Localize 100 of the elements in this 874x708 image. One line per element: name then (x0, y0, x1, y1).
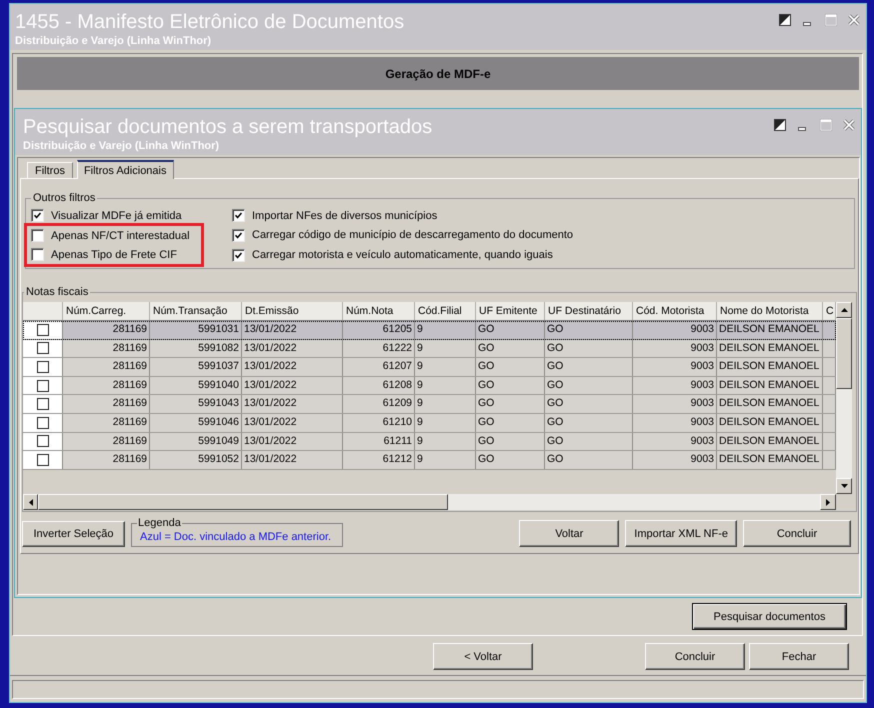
table-cell: 13/01/2022 (242, 376, 343, 394)
table-cell (823, 376, 836, 394)
table-cell: 9003 (633, 395, 717, 413)
table-row[interactable]: 281169 5991037 13/01/2022 61207 9 GO GO 9003 DEILSON EMANOEL (23, 358, 836, 377)
table-cell: 9 (415, 340, 476, 358)
dialog-button[interactable]: Voltar (519, 520, 620, 547)
table-cell: DEILSON EMANOEL (717, 321, 823, 339)
column-header[interactable]: Núm.Nota (343, 302, 415, 320)
row-checkbox[interactable] (36, 324, 48, 336)
column-header[interactable]: UF Destinatário (545, 302, 633, 320)
table-row[interactable]: 281169 5991031 13/01/2022 61205 9 GO GO 9003 DEILSON EMANOEL (23, 321, 836, 340)
table-cell (823, 432, 836, 450)
invert-selection-button[interactable]: Inverter Seleção (22, 521, 125, 547)
table-cell: 5991031 (150, 321, 242, 339)
table-cell: 9 (415, 321, 476, 339)
scroll-thumb[interactable] (836, 318, 852, 389)
table-cell: GO (476, 451, 545, 469)
checkbox[interactable] (232, 209, 245, 222)
checkbox[interactable] (232, 228, 245, 242)
table-cell: DEILSON EMANOEL (717, 340, 823, 358)
row-checkbox[interactable] (36, 380, 48, 392)
table-row[interactable]: 281169 5991052 13/01/2022 61212 9 GO GO 9003 DEILSON EMANOEL (23, 451, 836, 470)
table-cell: 5991082 (150, 340, 242, 358)
checkbox[interactable] (31, 229, 44, 242)
row-checkbox[interactable] (36, 435, 48, 448)
table-cell: GO (545, 395, 633, 413)
section-header: Geração de MDF-e (17, 57, 859, 90)
table-cell: GO (545, 358, 633, 376)
table-cell: GO (545, 432, 633, 450)
vertical-scrollbar[interactable] (836, 302, 852, 494)
column-header[interactable]: Nome do Motorista (717, 302, 823, 320)
footer-button[interactable]: Fechar (749, 643, 849, 670)
table-cell: GO (476, 340, 545, 358)
row-checkbox[interactable] (36, 416, 48, 429)
table-cell: 61222 (343, 340, 415, 358)
checkbox-label: Apenas NF/CT interestadual (51, 230, 190, 242)
table-row[interactable]: 281169 5991082 13/01/2022 61222 9 GO GO 9003 DEILSON EMANOEL (23, 340, 836, 358)
checkbox[interactable] (31, 248, 44, 261)
table-cell: GO (545, 376, 633, 394)
scroll-thumb[interactable] (38, 494, 448, 510)
table-cell: 9003 (633, 376, 717, 394)
checkbox[interactable] (31, 209, 44, 222)
table-cell: GO (476, 376, 545, 394)
row-checkbox[interactable] (36, 342, 48, 354)
column-header[interactable]: Dt.Emissão (242, 302, 343, 320)
table-row[interactable]: 281169 5991040 13/01/2022 61208 9 GO GO 9003 DEILSON EMANOEL (23, 376, 836, 396)
scroll-down-button[interactable] (836, 478, 852, 494)
table-cell: 61211 (343, 432, 415, 450)
close-icon[interactable] (848, 14, 860, 26)
table-cell: GO (545, 321, 633, 339)
dialog-button[interactable]: Concluir (743, 520, 851, 547)
horizontal-scrollbar[interactable] (23, 494, 836, 510)
column-header[interactable]: Cód.Filial (415, 302, 476, 320)
table-cell: 281169 (63, 414, 150, 432)
table-cell: 5991046 (150, 414, 242, 432)
scroll-right-button[interactable] (820, 494, 836, 510)
table-cell: 281169 (63, 358, 150, 376)
table-cell: 61205 (343, 321, 415, 339)
table-cell: 5991052 (150, 451, 242, 469)
split-square-icon[interactable] (774, 119, 786, 131)
table-cell (823, 414, 836, 432)
table-cell: 5991049 (150, 432, 242, 450)
table-cell: 9003 (633, 340, 717, 358)
table-cell: 9 (415, 414, 476, 432)
row-checkbox[interactable] (36, 454, 48, 466)
back-button[interactable]: < Voltar (433, 643, 533, 670)
table-cell: DEILSON EMANOEL (717, 451, 823, 469)
window-subtitle: Distribuição e Varejo (Linha WinThor) (23, 140, 220, 153)
column-header[interactable]: UF Emitente (476, 302, 545, 320)
table-cell: 13/01/2022 (242, 340, 343, 358)
tab[interactable]: Filtros Adicionais (76, 160, 174, 179)
group-legend: Notas fiscais (24, 286, 90, 299)
table-cell: 281169 (63, 340, 150, 358)
search-documents-button[interactable]: Pesquisar documentos (692, 603, 847, 630)
table-cell (823, 395, 836, 413)
table-cell: GO (545, 451, 633, 469)
column-header[interactable]: Núm.Transação (150, 302, 242, 320)
footer-button[interactable]: Concluir (645, 643, 745, 670)
column-header[interactable]: Núm.Carreg. (63, 302, 150, 320)
table-cell: 61210 (343, 414, 415, 432)
checkbox[interactable] (232, 248, 245, 262)
table-row[interactable]: 281169 5991046 13/01/2022 61210 9 GO GO 9003 DEILSON EMANOEL (23, 414, 836, 433)
scroll-up-button[interactable] (836, 302, 852, 318)
table-row[interactable]: 281169 5991043 13/01/2022 61209 9 GO GO 9003 DEILSON EMANOEL (23, 395, 836, 414)
column-header[interactable]: Cód. Motorista (633, 302, 717, 320)
table-cell: DEILSON EMANOEL (717, 414, 823, 432)
split-square-icon[interactable] (779, 14, 791, 26)
scroll-left-button[interactable] (23, 494, 38, 510)
table-cell: 61212 (343, 451, 415, 469)
table-cell: 9003 (633, 414, 717, 432)
row-checkbox[interactable] (36, 360, 48, 373)
up-arrow-icon (840, 308, 848, 312)
tab[interactable]: Filtros (27, 162, 73, 178)
dialog-button[interactable]: Importar XML NF-e (625, 520, 737, 547)
table-cell: 13/01/2022 (242, 395, 343, 413)
checkbox-label: Carregar motorista e veículo automaticamente, quando iguais (252, 249, 553, 261)
close-icon[interactable] (843, 119, 855, 131)
window-title: Pesquisar documentos a serem transportados (23, 115, 434, 139)
table-row[interactable]: 281169 5991049 13/01/2022 61211 9 GO GO 9003 DEILSON EMANOEL (23, 432, 836, 452)
row-checkbox[interactable] (36, 398, 48, 410)
